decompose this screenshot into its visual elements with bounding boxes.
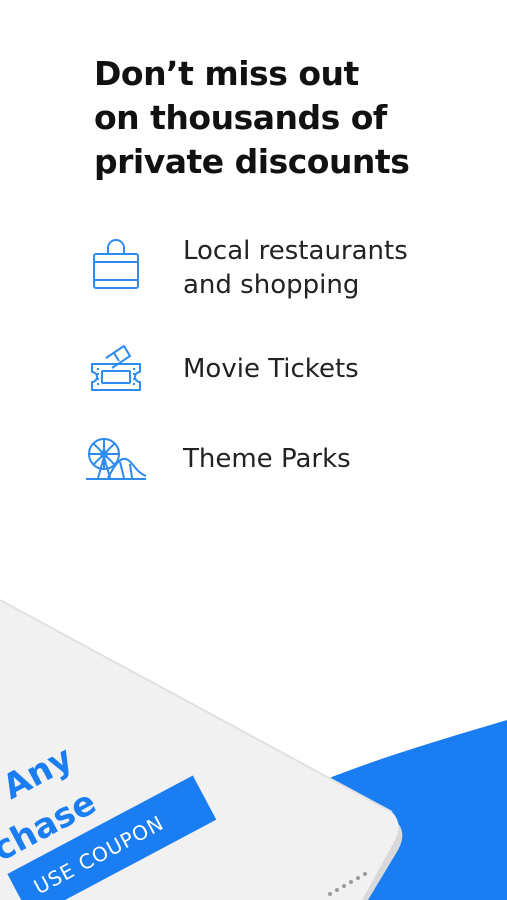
- feature-label: Theme Parks: [183, 444, 351, 474]
- shopping-bag-icon: [84, 236, 148, 292]
- feature-label: Movie Tickets: [183, 354, 359, 384]
- feature-theme-parks: Theme Parks: [0, 430, 507, 500]
- feature-movie-tickets: Movie Tickets: [0, 340, 507, 410]
- promo-phone-illustration: Any chase USE COUPON: [0, 560, 507, 900]
- headline-line-3: private discounts: [94, 142, 410, 181]
- movie-ticket-icon: [84, 342, 148, 398]
- feature-label: Local restaurants and shopping: [183, 236, 408, 300]
- headline-line-1: Don’t miss out: [94, 54, 359, 93]
- headline-line-2: on thousands of: [94, 98, 387, 137]
- headline: Don’t miss out on thousands of private d…: [94, 52, 494, 184]
- ferris-wheel-icon: [84, 432, 148, 488]
- feature-local-restaurants: Local restaurants and shopping: [0, 230, 507, 300]
